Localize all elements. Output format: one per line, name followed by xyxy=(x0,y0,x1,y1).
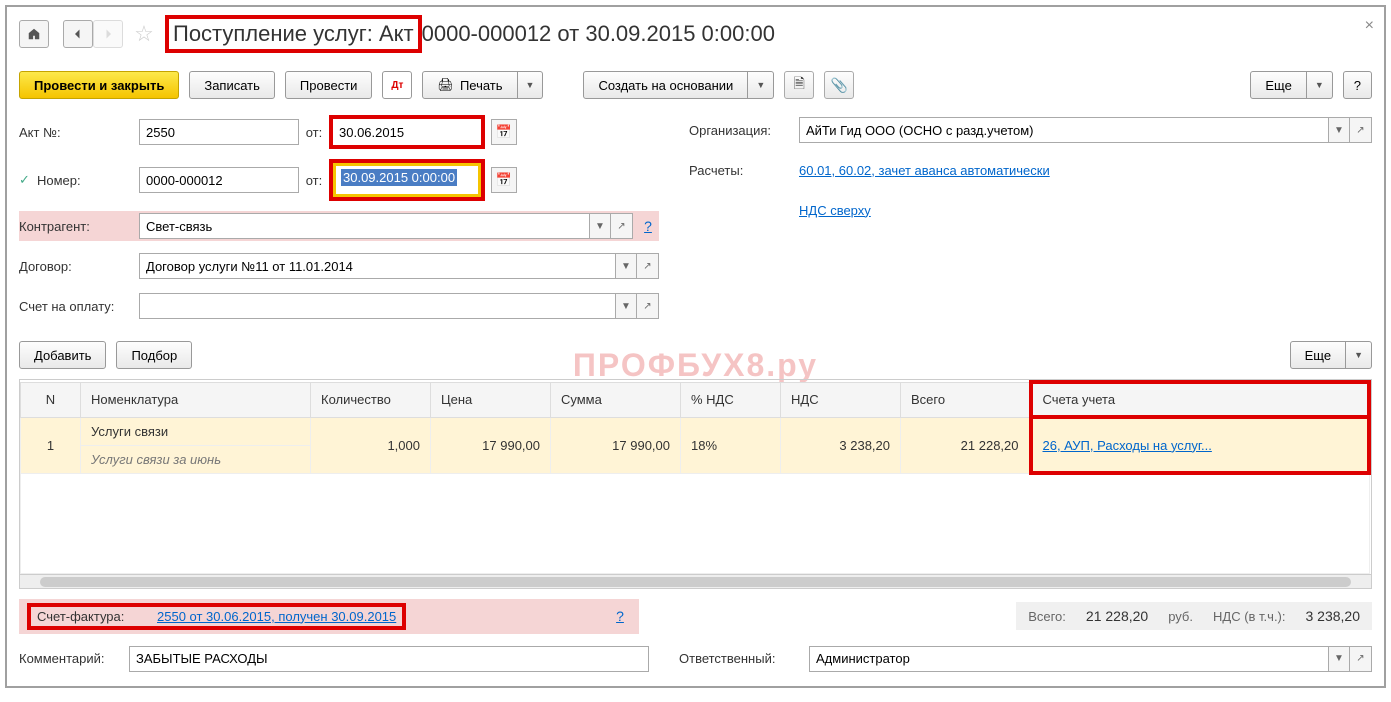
org-input[interactable] xyxy=(799,117,1328,143)
invoice-open[interactable]: ↗ xyxy=(637,293,659,319)
cell-nomen[interactable]: Услуги связи xyxy=(81,417,311,445)
cell-vatpct[interactable]: 18% xyxy=(681,417,781,473)
cell-vat[interactable]: 3 238,20 xyxy=(781,417,901,473)
sf-label: Счет-фактура: xyxy=(37,609,157,624)
empty-space xyxy=(21,473,1370,573)
table-row[interactable]: 1 Услуги связи 1,000 17 990,00 17 990,00… xyxy=(21,417,1370,445)
total-label: Всего: xyxy=(1028,609,1066,624)
contragent-dropdown[interactable]: ▼ xyxy=(589,213,611,239)
page-title-rest: 0000-000012 от 30.09.2015 0:00:00 xyxy=(422,21,775,47)
contract-input[interactable] xyxy=(139,253,615,279)
more-dropdown[interactable]: ▼ xyxy=(1307,71,1333,99)
th-n[interactable]: N xyxy=(21,382,81,417)
number-label: Номер: xyxy=(37,173,139,188)
resp-label: Ответственный: xyxy=(679,651,809,666)
table-more-button[interactable]: Еще xyxy=(1290,341,1346,369)
calc-label: Расчеты: xyxy=(689,163,799,178)
th-nomen[interactable]: Номенклатура xyxy=(81,382,311,417)
calendar-icon-1[interactable]: 📅 xyxy=(491,119,517,145)
number-date-input[interactable]: 30.09.2015 0:00:00 xyxy=(341,169,457,186)
clip-icon[interactable]: 📎 xyxy=(824,71,854,99)
items-table: N Номенклатура Количество Цена Сумма % Н… xyxy=(19,379,1372,589)
vat-value: 3 238,20 xyxy=(1306,608,1361,624)
home-button[interactable] xyxy=(19,20,49,48)
cell-desc[interactable]: Услуги связи за июнь xyxy=(81,445,311,473)
select-button[interactable]: Подбор xyxy=(116,341,192,369)
doc-icon[interactable]: 🗎 xyxy=(784,71,814,99)
act-no-input[interactable] xyxy=(139,119,299,145)
cell-n: 1 xyxy=(21,417,81,473)
th-vatpct[interactable]: % НДС xyxy=(681,382,781,417)
table-more-dropdown[interactable]: ▼ xyxy=(1346,341,1372,369)
post-and-close-button[interactable]: Провести и закрыть xyxy=(19,71,179,99)
act-date-input[interactable] xyxy=(333,119,481,145)
totals-panel: Всего: 21 228,20 руб. НДС (в т.ч.): 3 23… xyxy=(1016,602,1372,630)
close-icon[interactable]: × xyxy=(1365,17,1374,35)
h-scrollbar[interactable] xyxy=(20,574,1371,588)
printer-icon: 🖨 xyxy=(437,77,454,93)
post-button[interactable]: Провести xyxy=(285,71,373,99)
contract-dropdown[interactable]: ▼ xyxy=(615,253,637,279)
th-accounts[interactable]: Счета учета xyxy=(1031,382,1370,417)
back-button[interactable] xyxy=(63,20,93,48)
sf-help[interactable]: ? xyxy=(609,603,631,629)
create-from-dropdown[interactable]: ▼ xyxy=(748,71,774,99)
contragent-help[interactable]: ? xyxy=(637,213,659,239)
dtkt-icon[interactable]: Дт xyxy=(382,71,412,99)
cell-qty[interactable]: 1,000 xyxy=(311,417,431,473)
invoice-dropdown[interactable]: ▼ xyxy=(615,293,637,319)
currency: руб. xyxy=(1168,609,1193,624)
header: ☆ Поступление услуг: Акт 0000-000012 от … xyxy=(19,15,1372,53)
cell-price[interactable]: 17 990,00 xyxy=(431,417,551,473)
page-title-boxed: Поступление услуг: Акт xyxy=(165,15,422,53)
comment-input[interactable] xyxy=(129,646,649,672)
cell-total[interactable]: 21 228,20 xyxy=(901,417,1031,473)
save-button[interactable]: Записать xyxy=(189,71,275,99)
org-label: Организация: xyxy=(689,123,799,138)
cell-accounts[interactable]: 26, АУП, Расходы на услуг... xyxy=(1031,417,1370,473)
total-value: 21 228,20 xyxy=(1086,608,1148,624)
from-label-1: от: xyxy=(299,125,329,140)
contract-label: Договор: xyxy=(19,259,139,274)
contragent-open[interactable]: ↗ xyxy=(611,213,633,239)
help-button[interactable]: ? xyxy=(1343,71,1372,99)
forward-button xyxy=(93,20,123,48)
cell-sum[interactable]: 17 990,00 xyxy=(551,417,681,473)
toolbar: Провести и закрыть Записать Провести Дт … xyxy=(19,71,1372,99)
resp-dropdown[interactable]: ▼ xyxy=(1328,646,1350,672)
org-open[interactable]: ↗ xyxy=(1350,117,1372,143)
create-from-button[interactable]: Создать на основании xyxy=(583,71,748,99)
print-dropdown[interactable]: ▼ xyxy=(518,71,544,99)
th-vat[interactable]: НДС xyxy=(781,382,901,417)
star-icon[interactable]: ☆ xyxy=(131,21,157,47)
contragent-input[interactable] xyxy=(139,213,589,239)
number-input[interactable] xyxy=(139,167,299,193)
calendar-icon-2[interactable]: 📅 xyxy=(491,167,517,193)
th-qty[interactable]: Количество xyxy=(311,382,431,417)
vat-link[interactable]: НДС сверху xyxy=(799,203,871,218)
vat-label: НДС (в т.ч.): xyxy=(1213,609,1286,624)
status-icon: ✓ xyxy=(19,172,37,188)
contract-open[interactable]: ↗ xyxy=(637,253,659,279)
sf-link[interactable]: 2550 от 30.06.2015, получен 30.09.2015 xyxy=(157,609,396,624)
contragent-label: Контрагент: xyxy=(19,219,139,234)
comment-label: Комментарий: xyxy=(19,651,129,666)
calc-link[interactable]: 60.01, 60.02, зачет аванса автоматически xyxy=(799,163,1050,178)
more-button[interactable]: Еще xyxy=(1250,71,1306,99)
th-price[interactable]: Цена xyxy=(431,382,551,417)
invoice-label: Счет на оплату: xyxy=(19,299,139,314)
org-dropdown[interactable]: ▼ xyxy=(1328,117,1350,143)
th-total[interactable]: Всего xyxy=(901,382,1031,417)
print-button[interactable]: 🖨 Печать xyxy=(422,71,517,99)
add-row-button[interactable]: Добавить xyxy=(19,341,106,369)
th-sum[interactable]: Сумма xyxy=(551,382,681,417)
act-no-label: Акт №: xyxy=(19,125,139,140)
resp-open[interactable]: ↗ xyxy=(1350,646,1372,672)
resp-input[interactable] xyxy=(809,646,1328,672)
invoice-input[interactable] xyxy=(139,293,615,319)
from-label-2: от: xyxy=(299,173,329,188)
